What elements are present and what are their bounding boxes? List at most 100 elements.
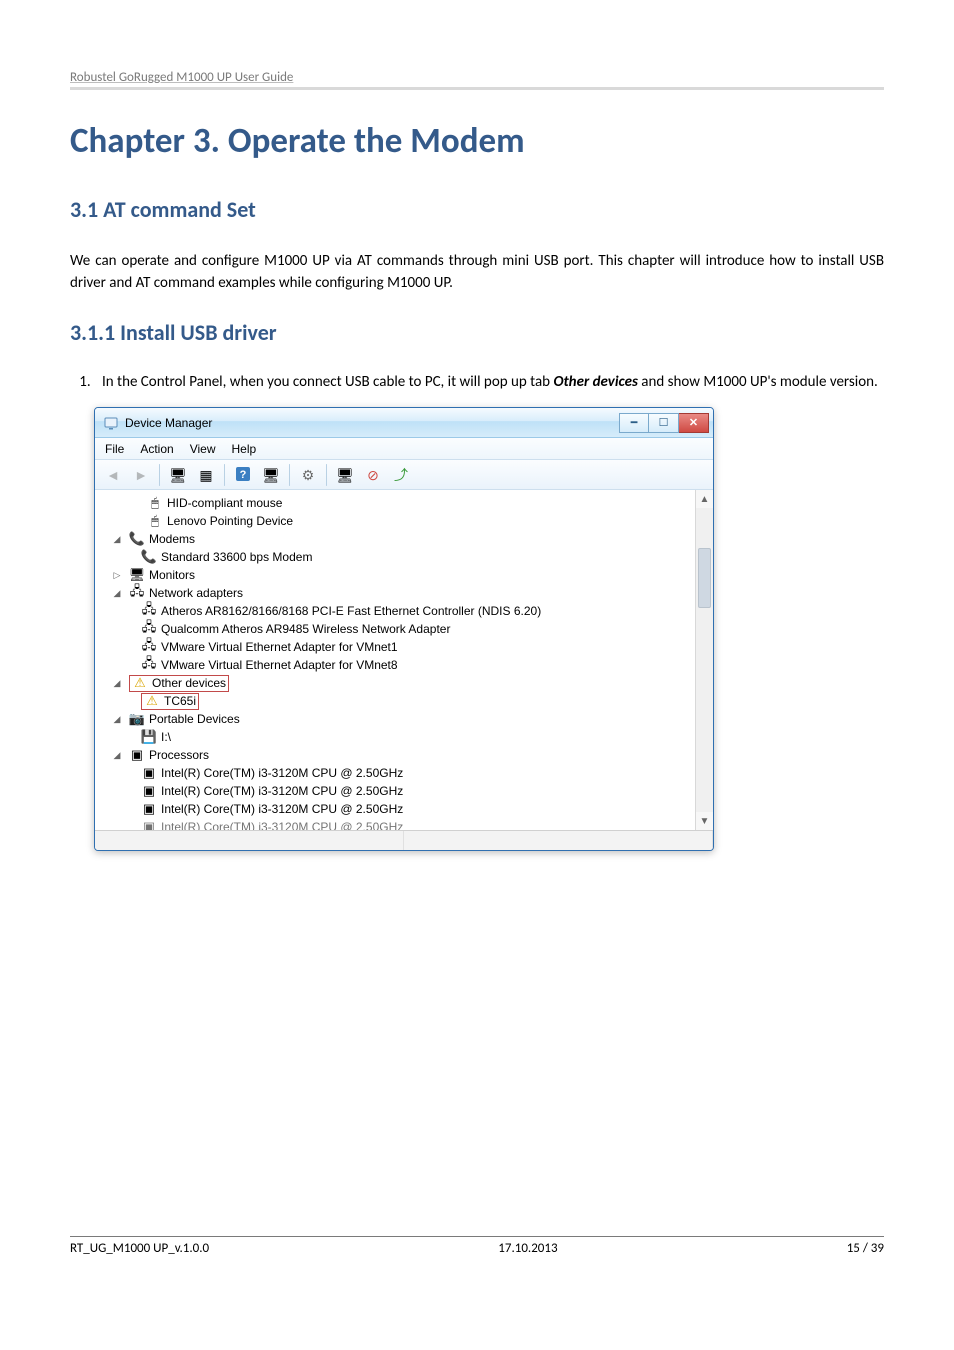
disable-button[interactable]: ⊘: [361, 463, 385, 487]
warning-icon: ⚠: [144, 693, 160, 709]
collapse-icon[interactable]: ◢: [111, 587, 123, 599]
tree-label: Lenovo Pointing Device: [167, 514, 293, 528]
collapse-icon[interactable]: ◢: [111, 713, 123, 725]
collapse-icon[interactable]: ◢: [111, 749, 123, 761]
chevron-up-icon: ▲: [700, 494, 710, 505]
tree-label: Intel(R) Core(TM) i3-3120M CPU @ 2.50GHz: [161, 784, 403, 798]
maximize-icon: ☐: [659, 416, 669, 429]
tree-node-cpu3[interactable]: ▣Intel(R) Core(TM) i3-3120M CPU @ 2.50GH…: [141, 800, 693, 818]
page-footer: RT_UG_M1000 UP_v.1.0.0 17.10.2013 15 / 3…: [70, 1236, 884, 1256]
nic-icon: 🖧: [141, 657, 157, 673]
titlebar[interactable]: Device Manager ━ ☐ ✕: [95, 408, 713, 438]
tree-node-tc65i[interactable]: ⚠ TC65i: [141, 692, 693, 710]
tree-node-processors[interactable]: ◢▣Processors ▣Intel(R) Core(TM) i3-3120M…: [105, 746, 693, 830]
uninstall-icon: 🖥: [336, 468, 354, 482]
tree-node-qualcomm[interactable]: 🖧Qualcomm Atheros AR9485 Wireless Networ…: [141, 620, 693, 638]
help-button[interactable]: ?: [231, 463, 255, 487]
device-manager-window: Device Manager ━ ☐ ✕ File Action View He…: [94, 407, 714, 851]
expand-icon[interactable]: ▷: [111, 569, 123, 581]
mouse-icon: 🖱: [147, 513, 163, 529]
tree-label: VMware Virtual Ethernet Adapter for VMne…: [161, 658, 398, 672]
tree-node-hid[interactable]: ▶▶🖱HID-compliant mouse: [105, 494, 693, 512]
update-driver-button[interactable]: ⚙: [296, 463, 320, 487]
section-3-1-1-heading: 3.1.1 Install USB driver: [70, 319, 884, 346]
close-icon: ✕: [689, 416, 698, 429]
tree-label: VMware Virtual Ethernet Adapter for VMne…: [161, 640, 398, 654]
scroll-thumb[interactable]: [698, 548, 711, 608]
collapse-icon[interactable]: ◢: [111, 677, 123, 689]
scan-button[interactable]: 🖥: [259, 463, 283, 487]
tree-label: Network adapters: [149, 586, 243, 600]
tree-label: TC65i: [164, 694, 196, 708]
scan-icon: 🖥: [262, 468, 280, 482]
mouse-icon: 🖱: [147, 495, 163, 511]
tree-node-cpu2[interactable]: ▣ Intel(R) Core(TM) i3-3120M CPU @ 2.50GH…: [141, 782, 693, 800]
close-button[interactable]: ✕: [679, 413, 709, 433]
warning-icon: ⚠: [132, 675, 148, 691]
step-1: In the Control Panel, when you connect U…: [94, 372, 884, 394]
tree-node-other-devices[interactable]: ◢ ⚠ Other devices ⚠ TC65i: [105, 674, 693, 710]
header-text: Robustel GoRugged M1000 UP User Guide: [70, 70, 293, 85]
arrow-right-icon: ►: [134, 468, 148, 482]
tree-node-lenovo[interactable]: ▶▶🖱Lenovo Pointing Device: [105, 512, 693, 530]
drive-icon: 💾: [141, 729, 157, 745]
tree-node-portable[interactable]: ◢📷Portable Devices 💾I:\: [105, 710, 693, 746]
monitor-icon: 🖥: [169, 468, 187, 482]
footer-center: 17.10.2013: [498, 1241, 557, 1256]
nic-icon: 🖧: [141, 639, 157, 655]
modem-icon: 📞: [141, 549, 157, 565]
network-category-icon: 🖧: [129, 585, 145, 601]
nav-back-button[interactable]: ◄: [101, 463, 125, 487]
toolbar-separator-3: [289, 464, 290, 486]
menu-file[interactable]: File: [105, 442, 124, 456]
menu-action[interactable]: Action: [140, 442, 173, 456]
menu-view[interactable]: View: [190, 442, 216, 456]
highlight-tc65i: ⚠ TC65i: [141, 693, 199, 710]
nic-icon: 🖧: [141, 603, 157, 619]
enable-button[interactable]: ⤴: [389, 463, 413, 487]
scroll-down-button[interactable]: ▼: [696, 812, 713, 830]
cpu-icon: ▣: [141, 819, 157, 830]
highlight-other-devices: ⚠ Other devices: [129, 675, 229, 692]
update-icon: ⚙: [302, 468, 315, 482]
toolbar-separator-2: [224, 464, 225, 486]
monitor-icon: 🖥: [129, 567, 145, 583]
collapse-icon[interactable]: ◢: [111, 533, 123, 545]
tree-node-vmnet8[interactable]: 🖧 VMware Virtual Ethernet Adapter for VMn…: [141, 656, 693, 674]
nav-forward-button[interactable]: ►: [129, 463, 153, 487]
running-header: Robustel GoRugged M1000 UP User Guide: [70, 70, 884, 90]
cpu-icon: ▣: [141, 783, 157, 799]
tree-node-network[interactable]: ◢ 🖧 Network adapters 🖧 Atheros AR8162/8166/…: [105, 584, 693, 674]
maximize-button[interactable]: ☐: [649, 413, 679, 433]
footer-left: RT_UG_M1000 UP_v.1.0.0: [70, 1241, 209, 1256]
devmgr-icon: [103, 415, 119, 431]
minimize-button[interactable]: ━: [619, 413, 649, 433]
tree-node-vmnet1[interactable]: 🖧 VMware Virtual Ethernet Adapter for VMn…: [141, 638, 693, 656]
scroll-track[interactable]: [696, 508, 713, 812]
minimize-icon: ━: [631, 416, 638, 429]
tree-node-idrive[interactable]: 💾I:\: [141, 728, 693, 746]
enable-icon: ⤴: [394, 468, 408, 482]
tree-label: Atheros AR8162/8166/8168 PCI-E Fast Ethe…: [161, 604, 541, 618]
menubar: File Action View Help: [95, 438, 713, 460]
scroll-up-button[interactable]: ▲: [696, 490, 713, 508]
tree-node-monitors[interactable]: ▷ 🖥 Monitors: [105, 566, 693, 584]
tree-node-modems[interactable]: ◢📞Modems 📞Standard 33600 bps Modem: [105, 530, 693, 566]
device-tree[interactable]: ▶▶🖱HID-compliant mouse ▶▶🖱Lenovo Pointin…: [95, 490, 695, 830]
properties-button[interactable]: ▦: [194, 463, 218, 487]
menu-help[interactable]: Help: [232, 442, 257, 456]
cpu-category-icon: ▣: [129, 747, 145, 763]
chevron-down-icon: ▼: [700, 816, 710, 827]
vertical-scrollbar[interactable]: ▲ ▼: [695, 490, 713, 830]
status-cell-1: [95, 831, 404, 850]
tree-node-std33600[interactable]: 📞Standard 33600 bps Modem: [141, 548, 693, 566]
tree-label: Other devices: [152, 676, 226, 690]
step-1-post: and show M1000 UP's module version.: [638, 373, 878, 391]
chapter-title: Chapter 3. Operate the Modem: [70, 120, 884, 162]
tree-label: Monitors: [149, 568, 195, 582]
tree-node-atheros[interactable]: 🖧 Atheros AR8162/8166/8168 PCI-E Fast Eth…: [141, 602, 693, 620]
uninstall-button[interactable]: 🖥: [333, 463, 357, 487]
tree-node-cpu1[interactable]: ▣Intel(R) Core(TM) i3-3120M CPU @ 2.50GH…: [141, 764, 693, 782]
tree-node-cpu4[interactable]: ▣Intel(R) Core(TM) i3-3120M CPU @ 2.50GH…: [141, 818, 693, 830]
show-hidden-button[interactable]: 🖥: [166, 463, 190, 487]
